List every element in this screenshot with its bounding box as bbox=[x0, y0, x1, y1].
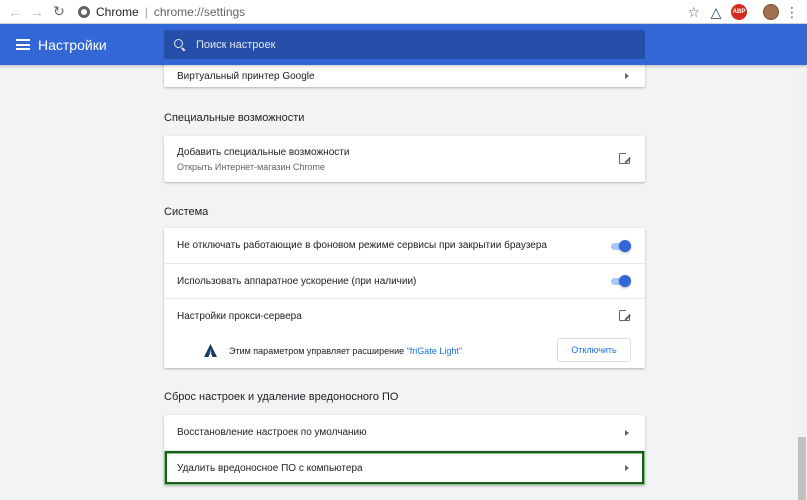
url-chip: Chrome bbox=[96, 5, 139, 19]
chrome-icon bbox=[78, 6, 90, 18]
toggle-knob bbox=[619, 275, 631, 287]
disable-extension-button[interactable]: Отключить bbox=[557, 338, 631, 362]
background-apps-row[interactable]: Не отключать работающие в фоновом режиме… bbox=[164, 228, 645, 263]
adblock-plus-icon[interactable]: ABP bbox=[731, 4, 747, 20]
back-icon[interactable]: ← bbox=[4, 1, 26, 23]
restore-defaults-row[interactable]: Восстановление настроек по умолчанию bbox=[164, 415, 645, 450]
open-webstore-label: Открыть Интернет-магазин Chrome bbox=[177, 161, 325, 172]
proxy-settings-label: Настройки прокси-сервера bbox=[177, 310, 302, 322]
url-text[interactable]: chrome://settings bbox=[154, 5, 245, 19]
browser-menu-icon[interactable]: ⋮ bbox=[784, 4, 800, 20]
browser-toolbar: ← → ↻ Chrome | chrome://settings ☆ △ ABP… bbox=[0, 0, 807, 24]
add-accessibility-row[interactable]: Добавить специальные возможности Открыть… bbox=[164, 136, 645, 182]
page-scrollbar[interactable] bbox=[797, 65, 807, 500]
chevron-right-icon bbox=[625, 429, 629, 436]
extension-name-link[interactable]: "friGate Light" bbox=[407, 346, 462, 356]
hardware-acceleration-label: Использовать аппаратное ускорение (при н… bbox=[177, 275, 417, 287]
restore-defaults-label: Восстановление настроек по умолчанию bbox=[177, 427, 367, 438]
frigate-extension-icon bbox=[204, 344, 217, 357]
system-card: Не отключать работающие в фоновом режиме… bbox=[164, 228, 645, 368]
reset-section-title: Сброс настроек и удаление вредоносного П… bbox=[164, 391, 399, 403]
page-title: Настройки bbox=[38, 37, 107, 53]
hardware-acceleration-toggle[interactable] bbox=[609, 275, 631, 287]
computer-cleanup-label: Удалить вредоносное ПО с компьютера bbox=[177, 462, 363, 474]
hardware-acceleration-row[interactable]: Использовать аппаратное ускорение (при н… bbox=[164, 263, 645, 298]
address-bar[interactable]: Chrome | chrome://settings ☆ bbox=[78, 2, 700, 22]
chevron-right-icon bbox=[625, 73, 629, 79]
open-in-new-icon bbox=[619, 309, 631, 321]
computer-cleanup-row[interactable]: Удалить вредоносное ПО с компьютера bbox=[164, 450, 645, 485]
profile-avatar[interactable] bbox=[763, 4, 779, 20]
search-box[interactable] bbox=[164, 30, 645, 59]
proxy-settings-row[interactable]: Настройки прокси-сервера bbox=[164, 298, 645, 333]
open-in-new-icon bbox=[619, 152, 631, 164]
accessibility-section-title: Специальные возможности bbox=[164, 112, 305, 124]
hamburger-menu-icon[interactable] bbox=[16, 39, 30, 50]
background-apps-toggle[interactable] bbox=[609, 239, 631, 252]
settings-header: Настройки bbox=[0, 24, 807, 65]
extension-notice: Этим параметром управляет расширение "fr… bbox=[229, 346, 462, 356]
url-separator: | bbox=[144, 5, 148, 19]
reset-card: Восстановление настроек по умолчанию Уда… bbox=[164, 415, 645, 485]
search-input[interactable] bbox=[196, 38, 616, 51]
cloud-print-label: Виртуальный принтер Google bbox=[177, 70, 315, 82]
google-cloud-print-row[interactable]: Виртуальный принтер Google bbox=[164, 65, 645, 87]
scrollbar-thumb[interactable] bbox=[798, 437, 806, 500]
chevron-right-icon bbox=[625, 465, 629, 471]
accessibility-card: Добавить специальные возможности Открыть… bbox=[164, 136, 645, 182]
drive-extension-icon[interactable]: △ bbox=[708, 4, 724, 20]
settings-content: Виртуальный принтер Google Специальные в… bbox=[0, 65, 807, 500]
add-accessibility-label: Добавить специальные возможности bbox=[177, 146, 350, 158]
reload-icon[interactable]: ↻ bbox=[48, 1, 70, 23]
printing-card: Виртуальный принтер Google bbox=[164, 65, 645, 87]
forward-icon[interactable]: → bbox=[26, 1, 48, 23]
bookmark-star-icon[interactable]: ☆ bbox=[687, 2, 700, 22]
toggle-knob bbox=[619, 239, 631, 252]
search-icon bbox=[174, 38, 186, 51]
extension-notice-prefix: Этим параметром управляет расширение bbox=[229, 345, 407, 356]
background-apps-label: Не отключать работающие в фоновом режиме… bbox=[177, 240, 547, 251]
extension-control-row: Этим параметром управляет расширение "fr… bbox=[164, 333, 645, 368]
system-section-title: Система bbox=[164, 206, 209, 218]
